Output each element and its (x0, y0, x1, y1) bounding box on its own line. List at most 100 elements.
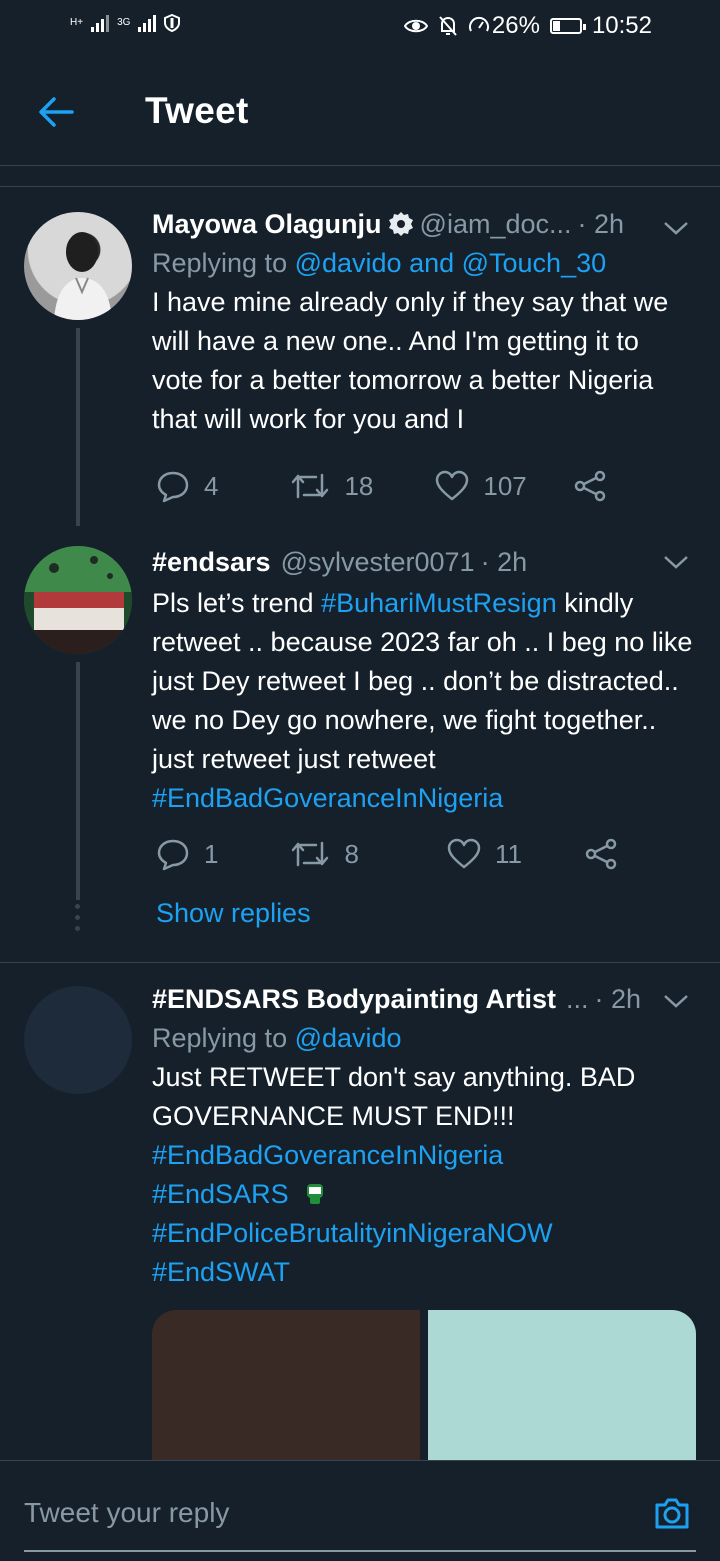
text-part: Pls let’s trend (152, 588, 322, 618)
status-bar: H+ 3G 26% 10:52 (0, 0, 720, 56)
reply-button[interactable]: 4 (156, 469, 218, 503)
chevron-down-icon[interactable] (662, 552, 690, 572)
avatar[interactable] (24, 546, 132, 654)
signal-icon-2 (138, 14, 157, 32)
thread-line (76, 328, 80, 526)
replying-label: Replying to (152, 1023, 295, 1053)
author-handle[interactable]: @sylvester0071 (281, 547, 475, 578)
tweet-card[interactable]: #endsars @sylvester0071 · 2h Pls let’s t… (0, 540, 720, 950)
thread-line (76, 662, 80, 900)
retweet-count: 18 (344, 470, 374, 501)
network-type-2: 3G (117, 17, 131, 28)
media-image-1[interactable] (152, 1310, 420, 1460)
retweet-icon (292, 473, 329, 499)
author-handle[interactable]: @iam_doc... (420, 209, 572, 240)
tweet-media[interactable] (152, 1310, 696, 1460)
reply-composer: Tweet your reply (0, 1460, 720, 1561)
share-icon (585, 838, 617, 870)
camera-icon[interactable] (652, 1493, 692, 1533)
page-title: Tweet (145, 90, 249, 131)
battery-icon (549, 18, 586, 34)
tweet-actions: 1 8 11 (156, 834, 618, 874)
status-right: 26% 10:52 (403, 12, 652, 40)
signal-icon (91, 14, 110, 32)
speed-icon (468, 16, 489, 32)
hashtag-link[interactable]: #EndBadGoveranceInNigeria (152, 1136, 697, 1175)
tweet-card[interactable]: Mayowa Olagunju @iam_doc... · 2h Replyin… (0, 200, 720, 526)
tweet-header: #ENDSARS Bodypainting Artist ... · 2h (152, 981, 697, 1017)
reply-icon (157, 839, 189, 871)
reply-count: 1 (204, 838, 219, 869)
text-part: Just RETWEET don't say anything. BAD GOV… (152, 1062, 636, 1131)
like-button[interactable]: 11 (447, 838, 522, 870)
divider (0, 962, 720, 963)
tweet-header: #endsars @sylvester0071 · 2h (152, 544, 697, 580)
heart-icon (447, 838, 481, 869)
reply-count: 4 (204, 470, 219, 501)
replying-label: Replying to (152, 248, 295, 278)
status-left: H+ 3G (70, 14, 181, 32)
tweet-actions: 4 18 107 (156, 466, 607, 506)
author-handle[interactable]: ... (566, 984, 589, 1015)
mute-icon (439, 16, 457, 36)
clock: 10:52 (591, 12, 652, 39)
tweet-header: Mayowa Olagunju @iam_doc... · 2h (152, 206, 697, 242)
author-name[interactable]: #ENDSARS Bodypainting Artist (152, 984, 556, 1015)
like-button[interactable]: 107 (435, 470, 527, 502)
tweet-content: Mayowa Olagunju @iam_doc... · 2h Replyin… (152, 206, 697, 439)
replying-to: Replying to @davido (152, 1023, 697, 1054)
eye-icon (403, 19, 428, 33)
tweet-time: · 2h (480, 546, 528, 577)
shield-icon (164, 14, 181, 32)
like-count: 11 (494, 838, 522, 869)
tweet-content: #ENDSARS Bodypainting Artist ... · 2h Re… (152, 981, 697, 1292)
mention-link[interactable]: @davido and @Touch_30 (295, 248, 607, 278)
share-button[interactable] (573, 469, 607, 503)
chevron-down-icon[interactable] (662, 991, 690, 1011)
hashtag-link[interactable]: #EndSWAT (152, 1253, 697, 1292)
arrow-left-icon[interactable] (36, 92, 76, 132)
retweet-button[interactable]: 8 (290, 838, 359, 870)
media-gap (420, 1310, 428, 1460)
avatar[interactable] (24, 986, 132, 1094)
media-image-2[interactable] (428, 1310, 696, 1460)
reply-button[interactable]: 1 (156, 837, 218, 871)
reply-icon (157, 471, 189, 503)
retweet-count: 8 (344, 838, 359, 869)
more-replies-dots (75, 904, 80, 937)
avatar-photo (24, 546, 132, 654)
author-name[interactable]: Mayowa Olagunju (152, 209, 382, 240)
network-type-1: H+ (70, 17, 84, 28)
battery-percent: 26% (491, 12, 540, 39)
retweet-button[interactable]: 18 (290, 471, 373, 502)
mention-link[interactable]: @davido (295, 1023, 402, 1053)
replying-to: Replying to @davido and @Touch_30 (152, 248, 697, 279)
chevron-down-icon[interactable] (662, 218, 690, 238)
tweet-text: Pls let’s trend #BuhariMustResign kindly… (152, 584, 697, 818)
tweet-content: #endsars @sylvester0071 · 2h Pls let’s t… (152, 544, 697, 818)
retweet-icon (292, 841, 329, 867)
avatar[interactable] (24, 212, 132, 320)
hashtag-link[interactable]: #EndBadGoveranceInNigeria (152, 783, 503, 813)
divider (0, 186, 720, 187)
reply-underline (24, 1550, 696, 1552)
badge-icon (388, 212, 413, 236)
share-icon (574, 470, 606, 502)
heart-icon (436, 470, 469, 501)
tweet-time: · 2h (577, 208, 625, 239)
tweet-text: I have mine already only if they say tha… (152, 287, 669, 434)
hashtag-link[interactable]: #BuhariMustResign (321, 588, 557, 618)
hashtag-link[interactable]: #EndSARS (152, 1179, 289, 1209)
tweet-time: · 2h (594, 983, 642, 1014)
hashtag-line: #EndSARS (152, 1175, 697, 1214)
avatar-photo (54, 232, 112, 320)
share-button[interactable] (584, 837, 618, 871)
show-replies-link[interactable]: Show replies (156, 898, 311, 929)
reply-input[interactable]: Tweet your reply (24, 1497, 229, 1529)
fist-emoji (307, 1184, 324, 1204)
hashtag-link[interactable]: #EndPoliceBrutalityinNigeraNOW (152, 1214, 697, 1253)
like-count: 107 (483, 470, 527, 501)
top-bar: Tweet (0, 56, 720, 166)
tweet-text: Just RETWEET don't say anything. BAD GOV… (152, 1058, 697, 1292)
author-name[interactable]: #endsars (152, 547, 271, 578)
